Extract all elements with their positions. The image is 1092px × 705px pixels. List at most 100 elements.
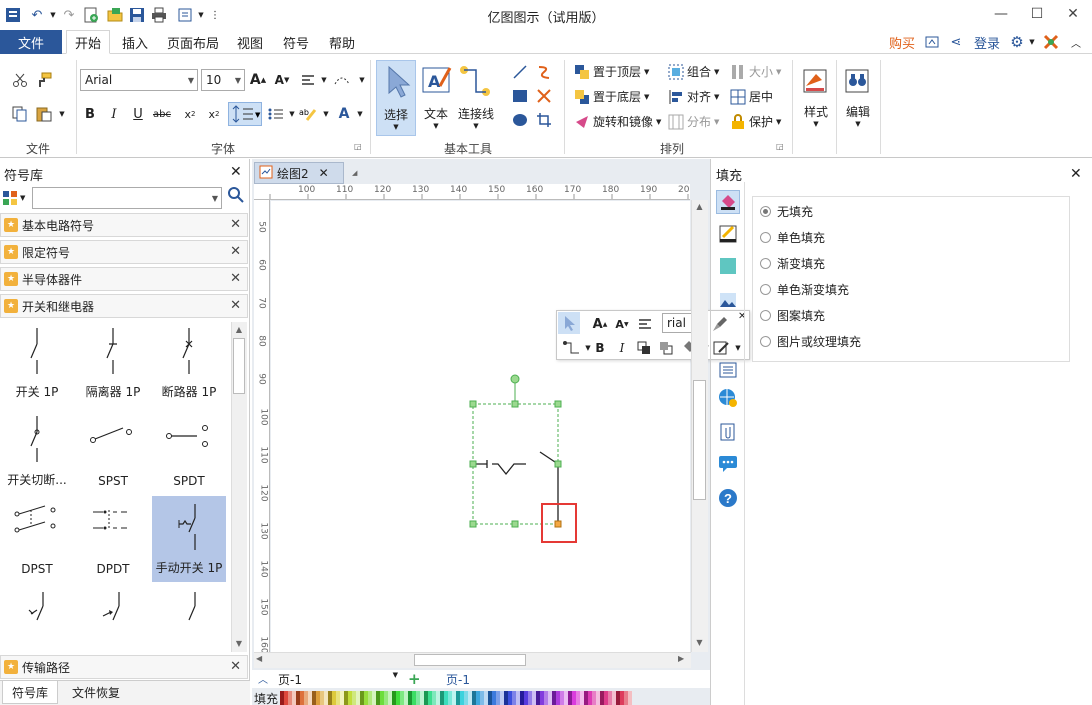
- symbol-partial-1[interactable]: [0, 584, 74, 652]
- login-link[interactable]: 登录: [970, 30, 1004, 54]
- size-button[interactable]: 大小 ▼: [730, 63, 781, 80]
- italic-icon[interactable]: I: [104, 104, 124, 124]
- strikethrough-icon[interactable]: abc: [152, 104, 172, 124]
- symbol-dpdt[interactable]: DPDT: [76, 496, 150, 582]
- attachment-icon[interactable]: [716, 420, 740, 444]
- arrange-dialog-launcher-icon[interactable]: ◲: [776, 142, 784, 151]
- close-window-icon[interactable]: ✕: [1058, 2, 1088, 26]
- send-to-back-button[interactable]: 置于底层 ▼: [574, 88, 649, 105]
- scroll-up-icon[interactable]: ▲: [232, 323, 246, 337]
- hyperlink-globe-icon[interactable]: [716, 386, 740, 410]
- fill-option-pattern[interactable]: 图案填充: [760, 302, 825, 328]
- fill-panel-close-icon[interactable]: ✕: [1070, 166, 1082, 182]
- connector-tool-button[interactable]: 连接线 ▼: [456, 60, 496, 136]
- underline-icon[interactable]: U: [128, 104, 148, 124]
- palette-swatch[interactable]: [628, 691, 632, 705]
- mini-format-painter-icon[interactable]: [710, 314, 730, 334]
- tab-insert[interactable]: 插入: [114, 30, 156, 54]
- tab-more-icon[interactable]: ◢: [352, 169, 357, 177]
- font-name-select[interactable]: Arial ▼: [80, 69, 198, 91]
- share-screen-icon[interactable]: [922, 30, 942, 54]
- app-logo-icon[interactable]: [4, 6, 22, 24]
- symbol-breaker-1p[interactable]: 断路器 1P: [152, 320, 226, 406]
- symbol-partial-2[interactable]: [76, 584, 150, 652]
- symbol-spdt[interactable]: SPDT: [152, 408, 226, 494]
- tab-file-recovery[interactable]: 文件恢复: [64, 681, 128, 704]
- library-category-qualifier[interactable]: ★ 限定符号 ✕: [0, 240, 248, 264]
- radio-gradient[interactable]: [760, 257, 771, 269]
- document-tab-close-icon[interactable]: ✕: [319, 166, 329, 180]
- fill-option-single-gradient[interactable]: 单色渐变填充: [760, 276, 849, 302]
- canvas-scroll-left-icon[interactable]: ◀: [256, 654, 262, 663]
- mini-back-icon[interactable]: [656, 338, 676, 358]
- mini-bold-icon[interactable]: B: [590, 338, 610, 358]
- library-category-transmission[interactable]: ★ 传输路径 ✕: [0, 655, 248, 679]
- category-close-icon[interactable]: ✕: [230, 298, 241, 313]
- superscript-icon[interactable]: x2: [204, 104, 224, 124]
- select-tool-button[interactable]: 选择 ▼: [376, 60, 416, 136]
- subscript-icon[interactable]: x2: [180, 104, 200, 124]
- help-icon[interactable]: ?: [716, 486, 740, 510]
- mini-front-icon[interactable]: [634, 338, 654, 358]
- category-close-icon[interactable]: ✕: [230, 244, 241, 259]
- library-category-switch-relay[interactable]: ★ 开关和继电器 ✕: [0, 294, 248, 318]
- radio-none[interactable]: [760, 205, 771, 217]
- print-icon[interactable]: [150, 6, 168, 24]
- arc-tool-icon[interactable]: [534, 62, 554, 82]
- category-close-icon[interactable]: ✕: [230, 271, 241, 286]
- fill-option-picture[interactable]: 图片或纹理填充: [760, 328, 861, 354]
- line-spacing-dropdown-icon[interactable]: ▼: [352, 70, 372, 90]
- file-menu[interactable]: 文件: [0, 30, 62, 54]
- radio-solid[interactable]: [760, 231, 771, 243]
- symbol-switch-disconnector[interactable]: 开关切断...: [0, 408, 74, 494]
- mini-toolbar-close-icon[interactable]: ✕: [738, 311, 746, 322]
- format-painter-icon[interactable]: [34, 70, 54, 90]
- line-spacing-icon[interactable]: [332, 70, 352, 90]
- library-category-semiconductor[interactable]: ★ 半导体器件 ✕: [0, 267, 248, 291]
- scroll-down-icon[interactable]: ▼: [232, 637, 246, 651]
- buy-link[interactable]: 购买: [884, 30, 920, 54]
- color-palette[interactable]: [280, 691, 635, 705]
- document-tab[interactable]: 绘图2 ✕: [254, 162, 344, 184]
- mini-align-icon[interactable]: [636, 314, 656, 334]
- open-file-icon[interactable]: [106, 6, 124, 24]
- symbol-spst[interactable]: SPST: [76, 408, 150, 494]
- symbol-dpst[interactable]: DPST: [0, 496, 74, 582]
- image-icon[interactable]: [716, 288, 740, 312]
- mini-italic-icon[interactable]: I: [612, 338, 632, 358]
- mini-select-icon[interactable]: [558, 312, 580, 334]
- minimize-icon[interactable]: —: [986, 2, 1016, 26]
- save-icon[interactable]: [128, 6, 146, 24]
- library-menu-button[interactable]: ▼: [2, 188, 30, 208]
- canvas-scroll-down-icon[interactable]: ▼: [692, 638, 707, 647]
- radio-pattern[interactable]: [760, 309, 771, 321]
- mini-line-dropdown-icon[interactable]: ▼: [728, 338, 748, 358]
- library-close-icon[interactable]: ✕: [230, 164, 242, 180]
- comment-icon[interactable]: [716, 452, 740, 476]
- canvas-vscroll-thumb[interactable]: [693, 380, 706, 500]
- cut-icon[interactable]: [10, 70, 30, 90]
- fill-icon[interactable]: [716, 190, 740, 214]
- font-size-select[interactable]: 10 ▼: [201, 69, 245, 91]
- bold-icon[interactable]: B: [80, 104, 100, 124]
- highlight-dropdown-icon[interactable]: ▼: [316, 104, 336, 124]
- symbol-switch-1p[interactable]: 开关 1P: [0, 320, 74, 406]
- tab-home[interactable]: 开始: [66, 30, 110, 54]
- radio-single-gradient[interactable]: [760, 283, 771, 295]
- library-scroll-thumb[interactable]: [233, 338, 245, 394]
- library-search-input[interactable]: ▼: [32, 187, 222, 209]
- copy-icon[interactable]: [10, 104, 30, 124]
- redo-icon[interactable]: ↷: [60, 6, 78, 24]
- tab-help[interactable]: 帮助: [322, 30, 362, 54]
- mini-grow-font-icon[interactable]: A ▲: [590, 314, 610, 334]
- symbol-manual-switch-1p[interactable]: 手动开关 1P: [152, 496, 226, 582]
- cross-tool-icon[interactable]: [534, 86, 554, 106]
- canvas-hscroll-thumb[interactable]: [414, 654, 526, 666]
- font-dialog-launcher-icon[interactable]: ◲: [354, 142, 362, 151]
- bullet-spacing-button[interactable]: ▼: [228, 102, 262, 126]
- radio-picture[interactable]: [760, 335, 771, 347]
- tab-symbol[interactable]: 符号: [276, 30, 316, 54]
- tab-symbol-library[interactable]: 符号库: [2, 681, 58, 704]
- fill-option-none[interactable]: 无填充: [760, 198, 813, 224]
- settings-gear-icon[interactable]: ⚙: [1006, 30, 1028, 54]
